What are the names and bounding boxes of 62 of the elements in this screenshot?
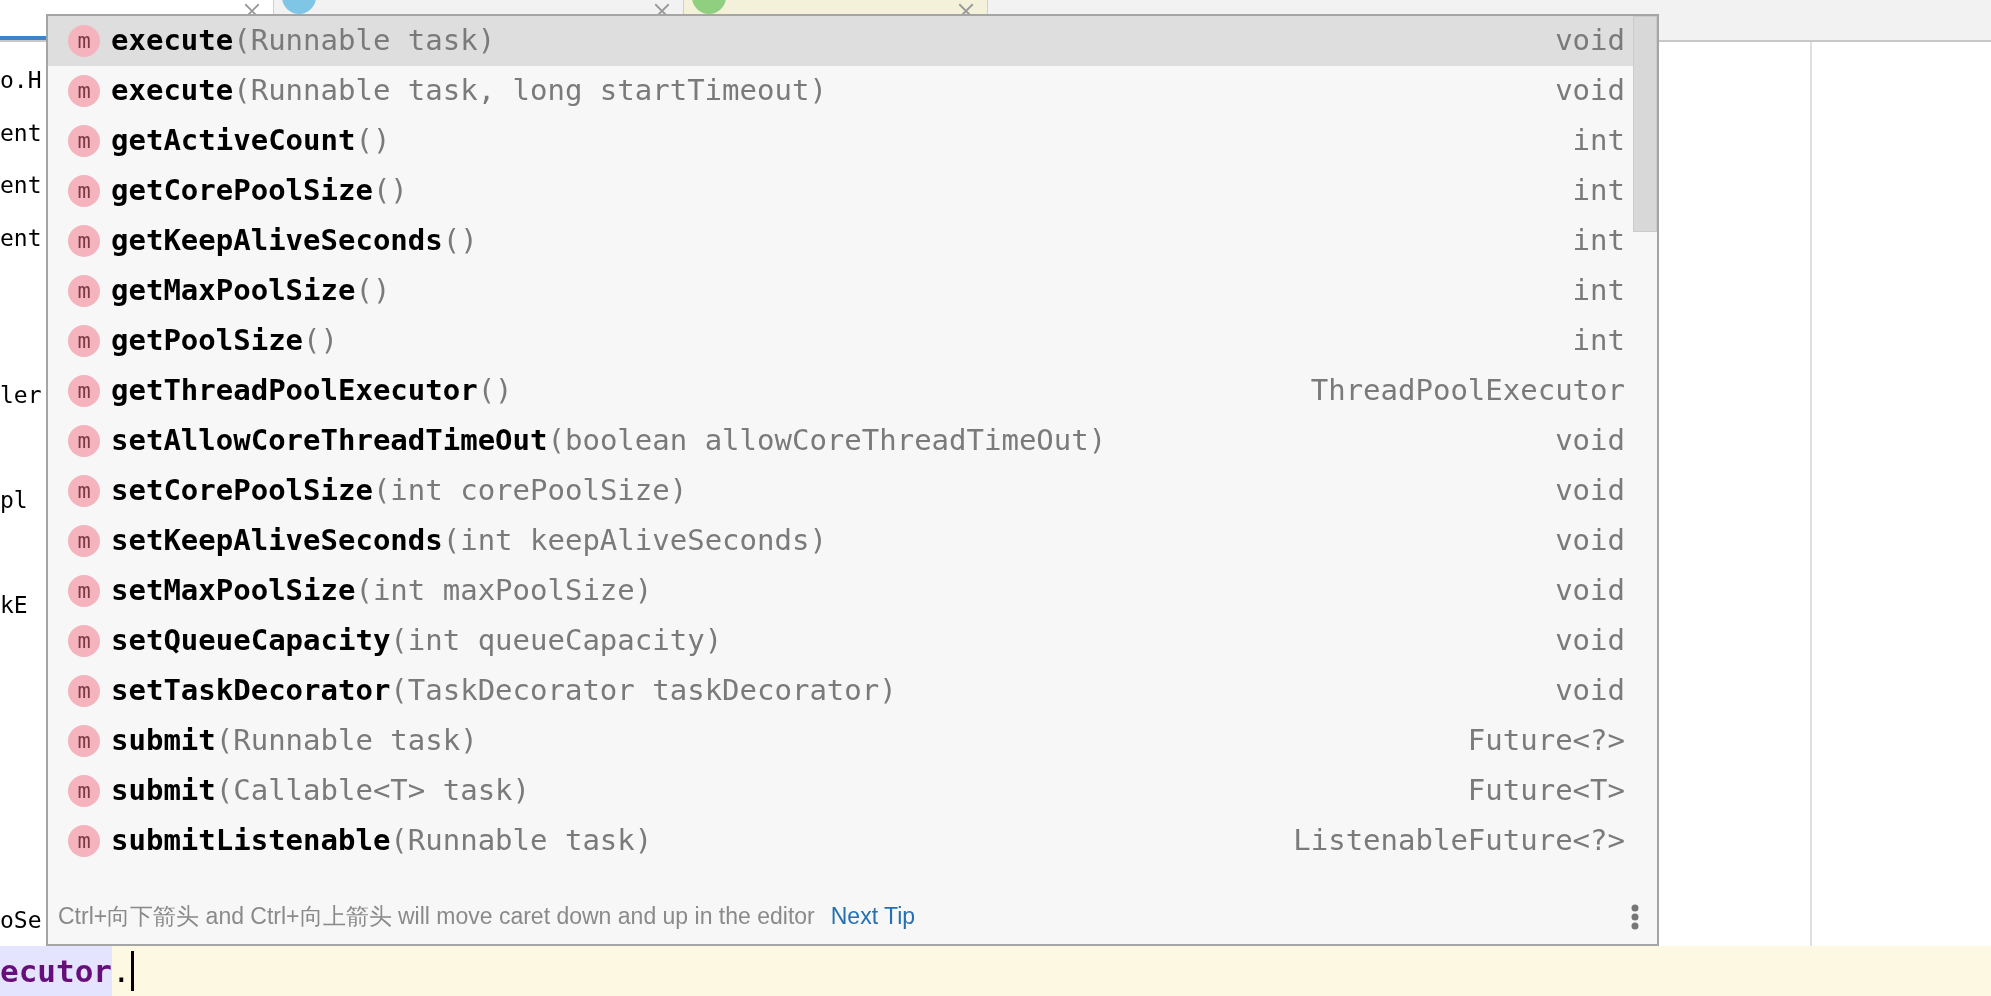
method-icon: m: [68, 125, 100, 157]
method-signature: setQueueCapacity(int queueCapacity): [111, 622, 723, 660]
return-type: void: [1555, 422, 1625, 460]
code-text: .: [112, 952, 131, 991]
return-type: int: [1572, 322, 1625, 360]
method-icon: m: [68, 625, 100, 657]
return-type: void: [1555, 672, 1625, 710]
code-text: pl: [0, 486, 28, 515]
method-signature: getCorePoolSize(): [111, 172, 408, 210]
method-signature: setKeepAliveSeconds(int keepAliveSeconds): [111, 522, 827, 560]
method-signature: getActiveCount(): [111, 122, 391, 160]
code-text: ent: [0, 171, 42, 200]
return-type: Future<T>: [1467, 772, 1625, 810]
return-type: void: [1555, 522, 1625, 560]
method-icon: m: [68, 725, 100, 757]
method-signature: getThreadPoolExecutor(): [111, 372, 513, 410]
method-signature: getPoolSize(): [111, 322, 338, 360]
return-type: void: [1555, 572, 1625, 610]
method-icon: m: [68, 825, 100, 857]
method-icon: m: [68, 675, 100, 707]
return-type: int: [1572, 272, 1625, 310]
method-signature: setCorePoolSize(int corePoolSize): [111, 472, 688, 510]
return-type: int: [1572, 222, 1625, 260]
code-text: o.H: [0, 66, 42, 95]
method-icon: m: [68, 275, 100, 307]
method-signature: submit(Callable<T> task): [111, 772, 531, 810]
tip-text: Ctrl+向下箭头 and Ctrl+向上箭头 will move caret down and up in the editor: [58, 902, 815, 932]
method-signature: execute(Runnable task, long startTimeout): [111, 72, 827, 110]
method-icon: m: [68, 25, 100, 57]
method-icon: m: [68, 325, 100, 357]
method-signature: setMaxPoolSize(int maxPoolSize): [111, 572, 653, 610]
return-type: void: [1555, 22, 1625, 60]
return-type: ListenableFuture<?>: [1293, 822, 1625, 860]
method-icon: m: [68, 375, 100, 407]
method-signature: getMaxPoolSize(): [111, 272, 391, 310]
return-type: Future<?>: [1467, 722, 1625, 760]
code-text: kE: [0, 591, 28, 620]
method-signature: getKeepAliveSeconds(): [111, 222, 478, 260]
return-type: void: [1555, 472, 1625, 510]
method-icon: m: [68, 425, 100, 457]
code-text: ler: [0, 381, 42, 410]
method-icon: m: [68, 75, 100, 107]
code-text: ent: [0, 223, 42, 253]
method-signature: setTaskDecorator(TaskDecorator taskDecorator): [111, 672, 897, 710]
return-type: int: [1572, 172, 1625, 210]
code-text: ent: [0, 118, 42, 148]
method-signature: submitListenable(Runnable task): [111, 822, 653, 860]
method-icon: m: [68, 525, 100, 557]
method-signature: setAllowCoreThreadTimeOut(boolean allowCoreThreadTimeOut): [111, 422, 1107, 460]
code-text: oSe: [0, 906, 42, 935]
method-icon: m: [68, 175, 100, 207]
code-identifier: ecutor: [0, 946, 112, 996]
return-type: void: [1555, 72, 1625, 110]
return-type: void: [1555, 622, 1625, 660]
method-signature: execute(Runnable task): [111, 22, 496, 60]
method-icon: m: [68, 575, 100, 607]
method-icon: m: [68, 475, 100, 507]
return-type: int: [1572, 122, 1625, 160]
method-signature: submit(Runnable task): [111, 722, 478, 760]
method-icon: m: [68, 225, 100, 257]
return-type: ThreadPoolExecutor: [1310, 372, 1625, 410]
method-icon: m: [68, 775, 100, 807]
